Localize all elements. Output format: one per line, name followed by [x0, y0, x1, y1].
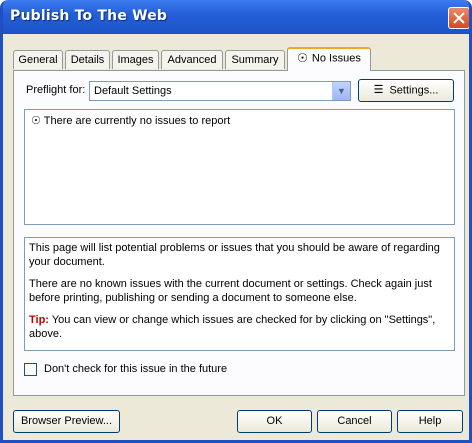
- ok-button[interactable]: OK: [237, 410, 312, 433]
- issue-icon: ☉: [31, 115, 41, 127]
- cancel-button[interactable]: Cancel: [317, 410, 392, 433]
- dont-check-label[interactable]: Don't check for this issue in the future: [44, 363, 227, 375]
- tip-paragraph: Tip: You can view or change which issues…: [29, 313, 450, 341]
- title-bar[interactable]: Publish To The Web: [3, 0, 469, 34]
- issues-list[interactable]: ☉ There are currently no issues to repor…: [24, 109, 455, 225]
- tab-advanced[interactable]: Advanced: [161, 50, 223, 69]
- tab-label: Images: [117, 54, 154, 66]
- preflight-value: Default Settings: [94, 85, 172, 97]
- tab-general[interactable]: General: [13, 50, 63, 69]
- settings-button-label: Settings...: [389, 84, 439, 97]
- tab-label: Summary: [231, 54, 279, 66]
- list-item[interactable]: ☉ There are currently no issues to repor…: [31, 114, 230, 127]
- help-label: Help: [418, 415, 442, 427]
- description-paragraph: This page will list potential problems o…: [29, 242, 440, 268]
- publish-dialog: Publish To The Web General Details Image…: [0, 0, 472, 443]
- tab-details[interactable]: Details: [65, 50, 110, 69]
- ok-label: OK: [266, 415, 283, 427]
- tab-summary[interactable]: Summary: [225, 50, 285, 69]
- tab-no-issues[interactable]: ☉ No Issues: [287, 47, 371, 71]
- issue-icon: ☉: [297, 51, 308, 65]
- tab-label: No Issues: [311, 52, 361, 65]
- tab-label: Details: [70, 54, 105, 66]
- issue-message: There are currently no issues to report: [43, 115, 231, 127]
- window-title: Publish To The Web: [10, 8, 168, 24]
- preflight-select[interactable]: Default Settings ▼: [89, 81, 351, 101]
- tab-label: Advanced: [167, 54, 217, 66]
- chevron-down-icon[interactable]: ▼: [332, 82, 350, 100]
- settings-icon: ☰: [373, 84, 384, 96]
- settings-button[interactable]: ☰ Settings...: [358, 79, 454, 102]
- preflight-label: Preflight for:: [26, 84, 86, 96]
- tip-label: Tip:: [29, 314, 49, 326]
- dont-check-checkbox[interactable]: [24, 363, 37, 376]
- cancel-label: Cancel: [337, 415, 372, 427]
- close-icon[interactable]: [448, 7, 469, 29]
- tip-text: You can view or change which issues are …: [29, 314, 436, 340]
- browser-preview-label: Browser Preview...: [20, 415, 113, 427]
- help-button[interactable]: Help: [397, 410, 463, 433]
- description-box: This page will list potential problems o…: [24, 237, 455, 351]
- tab-label: General: [18, 54, 58, 66]
- description-paragraph: There are no known issues with the curre…: [29, 278, 432, 304]
- browser-preview-button[interactable]: Browser Preview...: [13, 410, 120, 433]
- tab-panel: Preflight for: Default Settings ▼ ☰ Setti…: [13, 70, 465, 396]
- tab-images[interactable]: Images: [112, 50, 159, 69]
